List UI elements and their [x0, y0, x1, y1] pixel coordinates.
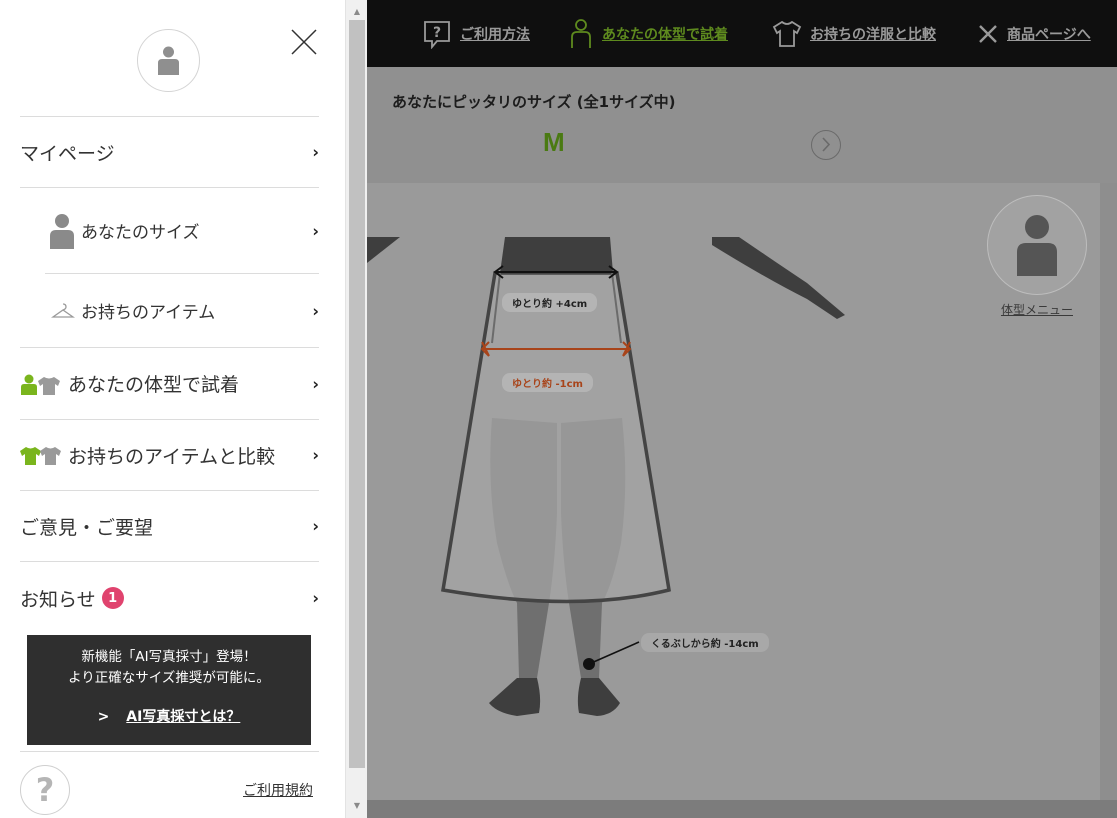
menu-item-compare-items[interactable]: お持ちのアイテムと比較 ›	[20, 420, 319, 491]
chevron-right-icon: ›	[312, 221, 319, 240]
bottom-strip	[367, 800, 1117, 818]
size-title: あなたにピッタリのサイズ (全1サイズ中)	[392, 93, 676, 111]
menu-item-notice-label: お知らせ	[20, 588, 96, 611]
body-menu-label[interactable]: 体型メニュー	[987, 301, 1087, 318]
person-icon	[50, 213, 74, 249]
hanger-icon	[51, 302, 75, 318]
nav-how-to-use[interactable]: ? ご利用方法	[422, 0, 530, 67]
next-size-button[interactable]	[811, 130, 841, 160]
close-icon	[291, 29, 317, 55]
help-button[interactable]: ?	[20, 765, 70, 815]
drawer-scrollbar[interactable]: ▲ ▼	[345, 0, 367, 818]
scroll-thumb[interactable]	[349, 20, 365, 768]
nav-compare-clothes-label: お持ちの洋服と比較	[810, 26, 936, 43]
person-icon	[1017, 215, 1057, 276]
menu-item-try-on[interactable]: あなたの体型で試着 ›	[20, 348, 319, 420]
chevron-right-icon: ›	[312, 588, 319, 608]
chevron-right-icon: ›	[312, 516, 319, 536]
two-shirts-icon	[20, 447, 61, 465]
user-avatar[interactable]	[137, 29, 200, 92]
chevron-right-icon: ›	[312, 142, 319, 162]
menu-item-your-size-label: あなたのサイズ	[81, 223, 200, 243]
menu-item-mypage[interactable]: マイページ ›	[20, 117, 319, 188]
terms-link[interactable]: ご利用規約	[243, 780, 313, 800]
person-icon	[158, 46, 179, 75]
nav-compare-clothes[interactable]: お持ちの洋服と比較	[772, 0, 936, 67]
fit-label-length: くるぶしから約 -14cm	[641, 633, 769, 652]
menu-item-your-size[interactable]: あなたのサイズ ›	[45, 188, 319, 274]
promo-line-1: 新機能「AI写真採寸」登場！	[81, 649, 257, 665]
menu-item-feedback[interactable]: ご意見・ご要望 ›	[20, 491, 319, 562]
menu-item-your-items[interactable]: お持ちのアイテム ›	[20, 274, 319, 348]
nav-product-page[interactable]: 商品ページへ	[977, 0, 1091, 67]
person-and-shirt-icon	[21, 374, 60, 395]
promo-banner: 新機能「AI写真採寸」登場！ より正確なサイズ推奨が可能に。 > AI写真採寸と…	[27, 635, 311, 745]
menu-item-feedback-label: ご意見・ご要望	[20, 516, 154, 539]
fit-visualization: ゆとり約 +4cm ゆとり約 -1cm くるぶしから約 -14cm 体型メニュー	[367, 183, 1100, 800]
promo-line-2: より正確なサイズ推奨が可能に。	[68, 670, 270, 686]
body-menu-button[interactable]	[987, 195, 1087, 295]
menu-item-compare-items-label: お持ちのアイテムと比較	[68, 445, 276, 468]
recommended-size: M	[543, 127, 565, 157]
nav-try-on-body-label: あなたの体型で試着	[602, 26, 728, 43]
promo-link[interactable]: > AI写真採寸とは？	[27, 706, 311, 726]
menu-item-mypage-label: マイページ	[20, 142, 115, 165]
help-bubble-icon: ?	[424, 20, 450, 49]
main-content: あなたにピッタリのサイズ (全1サイズ中) M ゆとり約 +4cm ゆとり約 -…	[367, 67, 1117, 818]
svg-text:?: ?	[433, 25, 441, 41]
promo-link-label: AI写真採寸とは？	[126, 709, 241, 725]
fit-label-hip: ゆとり約 -1cm	[502, 373, 593, 392]
question-mark-icon: ?	[35, 771, 55, 809]
tshirt-outline-icon	[772, 20, 802, 47]
chevron-right-icon: ›	[312, 445, 319, 465]
nav-product-page-label: 商品ページへ	[1007, 26, 1091, 43]
side-drawer: マイページ › あなたのサイズ › お持ちのアイテム › あなたの体型で試着 ›…	[0, 0, 345, 818]
close-x-icon	[979, 24, 997, 43]
promo-link-arrow-icon: >	[97, 709, 110, 725]
fit-label-waist: ゆとり約 +4cm	[502, 293, 598, 312]
nav-how-to-use-label: ご利用方法	[460, 26, 530, 43]
notification-badge: 1	[101, 587, 124, 609]
scroll-up-arrow-icon[interactable]: ▲	[346, 2, 368, 20]
chevron-right-icon: ›	[312, 374, 319, 393]
menu-item-notice[interactable]: お知らせ 1 ›	[20, 562, 319, 634]
person-outline-icon	[571, 18, 591, 48]
size-header: あなたにピッタリのサイズ (全1サイズ中) M	[367, 67, 1117, 183]
drawer-divider-bottom	[20, 751, 319, 752]
chevron-right-icon: ›	[312, 301, 319, 320]
close-drawer-button[interactable]	[290, 28, 318, 56]
menu-item-try-on-label: あなたの体型で試着	[68, 374, 240, 396]
scroll-down-arrow-icon[interactable]: ▼	[346, 796, 368, 814]
chevron-right-icon	[822, 137, 831, 152]
nav-try-on-body[interactable]: あなたの体型で試着	[568, 0, 728, 67]
menu-item-your-items-label: お持ちのアイテム	[81, 303, 216, 323]
